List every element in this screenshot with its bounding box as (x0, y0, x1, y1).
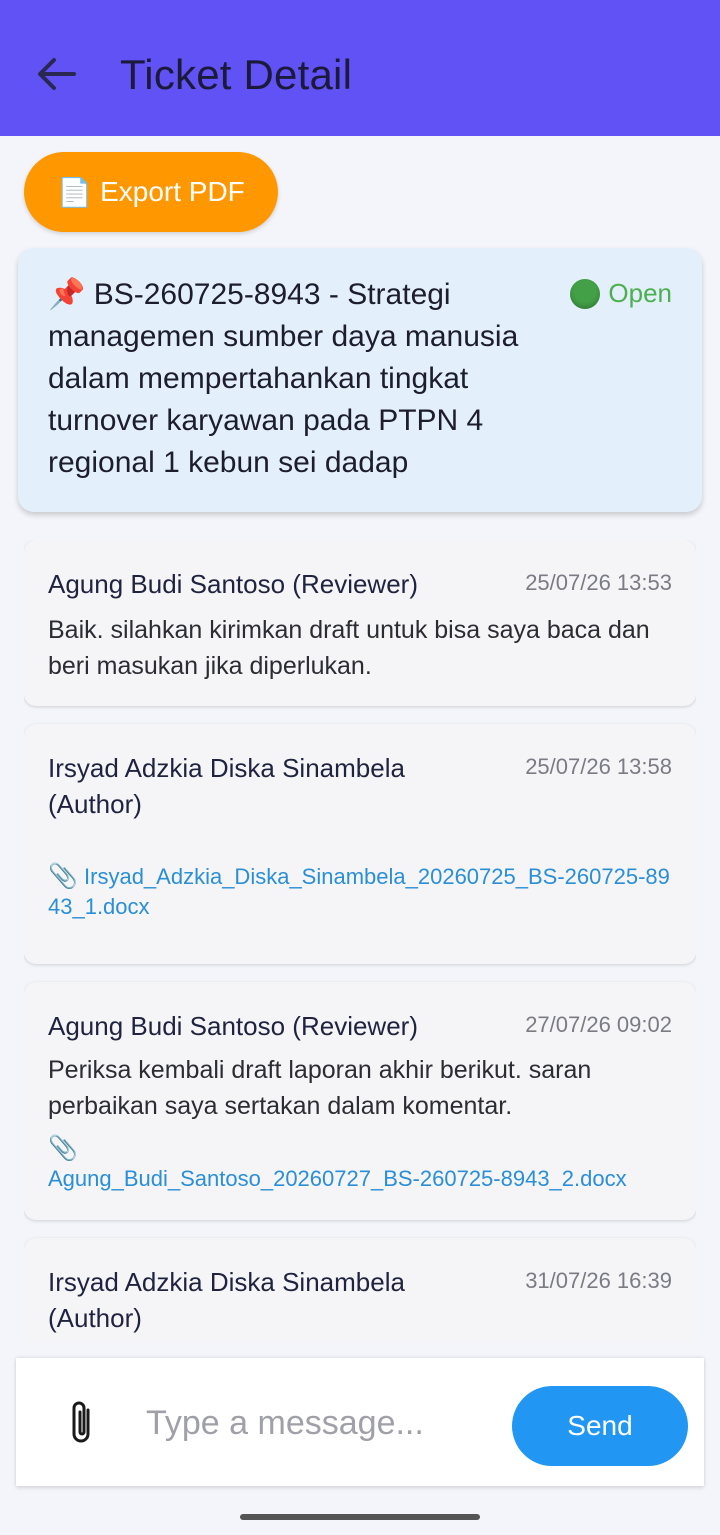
status-label: Open (608, 278, 672, 308)
message-author: Irsyad Adzkia Diska Sinambela (Author) (48, 753, 405, 819)
export-pdf-button[interactable]: 📄 Export PDF (24, 152, 278, 232)
attach-paperclip-icon[interactable] (64, 1398, 98, 1448)
message-author: Agung Budi Santoso (Reviewer) (48, 1011, 418, 1041)
message-time: 25/07/26 13:58 (525, 754, 672, 779)
message-time: 27/07/26 09:02 (525, 1012, 672, 1037)
ticket-title: 📌 BS-260725-8943 - Strategi managemen su… (48, 274, 558, 484)
message-item: Agung Budi Santoso (Reviewer) 27/07/26 0… (24, 982, 696, 1220)
message-time: 31/07/26 16:39 (525, 1268, 672, 1293)
status-badge: Open (570, 278, 672, 309)
green-circle-icon (570, 278, 601, 309)
paperclip-icon: 📎 (48, 863, 78, 890)
page-title: Ticket Detail (120, 51, 353, 98)
attachment-link[interactable]: 📎 Agung_Budi_Santoso_20260727_BS-260725-8… (48, 1134, 678, 1194)
message-author: Agung Budi Santoso (Reviewer) (48, 569, 418, 599)
message-author: Irsyad Adzkia Diska Sinambela (Author) (48, 1267, 405, 1333)
message-input[interactable] (144, 1392, 508, 1454)
message-time: 25/07/26 13:53 (525, 570, 672, 595)
ticket-title-text: BS-260725-8943 - Strategi managemen sumb… (48, 278, 519, 479)
paperclip-icon: 📎 (48, 1135, 78, 1162)
message-list[interactable]: Agung Budi Santoso (Reviewer) 25/07/26 1… (24, 540, 696, 1342)
message-text: Baik. silahkan kirimkan draft untuk bisa… (48, 616, 650, 680)
send-button[interactable]: Send (512, 1386, 688, 1466)
app-bar: Ticket Detail (0, 0, 720, 136)
home-indicator[interactable] (240, 1514, 480, 1520)
attachment-link[interactable]: 📎 Irsyad_Adzkia_Diska_Sinambela_20260725… (48, 862, 678, 922)
attachment-filename: Agung_Budi_Santoso_20260727_BS-260725-89… (48, 1166, 627, 1191)
back-arrow-icon[interactable] (34, 52, 78, 96)
attachment-filename: Irsyad_Adzkia_Diska_Sinambela_20260725_B… (48, 864, 670, 919)
ticket-summary-card: 📌 BS-260725-8943 - Strategi managemen su… (18, 248, 702, 512)
message-item: Agung Budi Santoso (Reviewer) 25/07/26 1… (24, 540, 696, 706)
export-pdf-label: Export PDF (100, 176, 245, 207)
message-composer: Send (16, 1358, 704, 1486)
message-text: Periksa kembali draft laporan akhir beri… (48, 1056, 592, 1120)
pin-icon: 📌 (48, 278, 86, 311)
message-item: Irsyad Adzkia Diska Sinambela (Author) 3… (24, 1238, 696, 1342)
message-item: Irsyad Adzkia Diska Sinambela (Author) 2… (24, 724, 696, 964)
document-icon: 📄 (57, 176, 93, 208)
